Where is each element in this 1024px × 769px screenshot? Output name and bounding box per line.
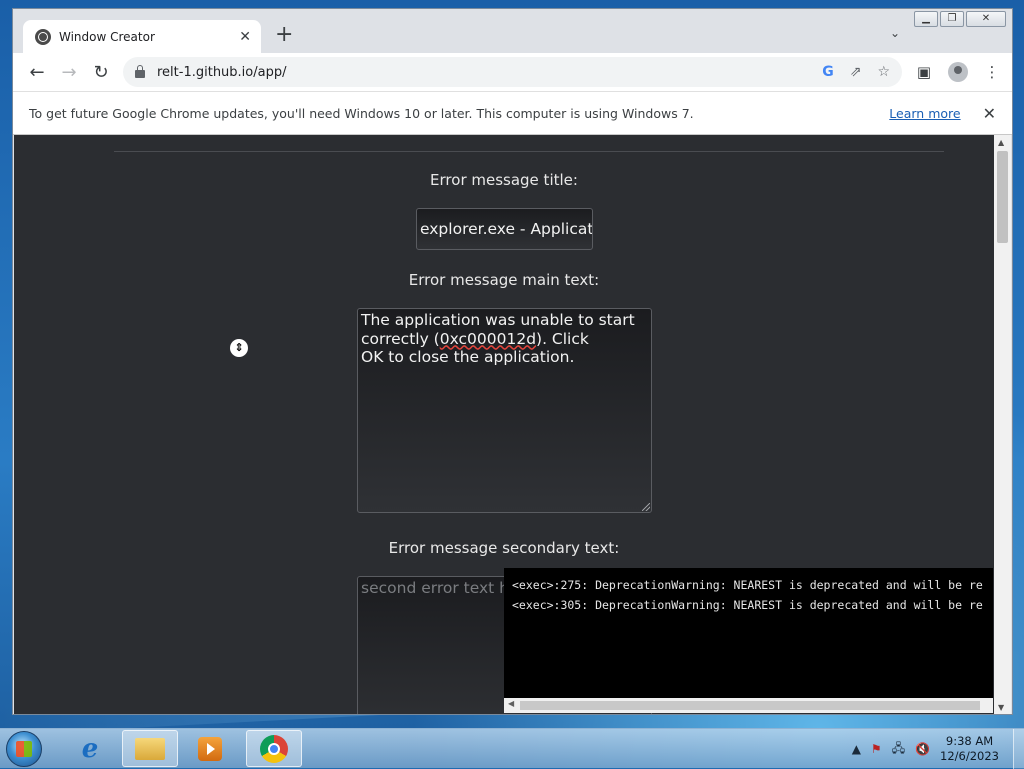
network-icon[interactable]: 🖧 <box>892 739 905 760</box>
menu-kebab-icon[interactable]: ⋮ <box>982 63 1002 81</box>
infobar-message: To get future Google Chrome updates, you… <box>29 105 694 121</box>
scroll-cursor-icon: ⇕ <box>230 339 248 357</box>
clock-date: 12/6/2023 <box>940 749 999 763</box>
page-scrollbar[interactable]: ▲ ▼ <box>994 135 1011 714</box>
toolbar-actions: ▣ ⋮ <box>914 53 1002 91</box>
console-scrollbar-thumb[interactable] <box>520 701 980 710</box>
globe-icon <box>35 28 51 45</box>
address-bar[interactable]: relt-1.github.io/app/ G ⇗ ☆ <box>123 57 902 87</box>
close-tab-icon[interactable]: ✕ <box>239 29 251 45</box>
clock[interactable]: 9:38 AM 12/6/2023 <box>940 734 999 764</box>
main-text-line-3: OK to close the application. <box>361 348 575 366</box>
taskbar: e ▲ ⚑ 🖧 🔇 9:38 AM 12/6/2023 <box>0 728 1024 769</box>
error-title-input[interactable]: explorer.exe - Applicatio <box>416 208 593 250</box>
share-icon[interactable]: ⇗ <box>850 64 862 80</box>
console-horizontal-scrollbar[interactable]: ◀ <box>504 698 993 713</box>
taskbar-internet-explorer[interactable]: e <box>62 730 118 767</box>
google-lens-icon[interactable]: G <box>822 64 834 80</box>
scroll-down-arrow-icon[interactable]: ▼ <box>998 703 1004 712</box>
divider <box>114 151 944 152</box>
tab-strip: Window Creator ✕ + ⌄ ▁ ❐ ✕ <box>13 9 1012 53</box>
console-output: <exec>:275: DeprecationWarning: NEAREST … <box>504 568 993 698</box>
folder-icon <box>135 737 165 760</box>
volume-muted-icon[interactable]: 🔇 <box>915 742 930 756</box>
resize-grip-icon[interactable] <box>642 503 650 511</box>
action-center-flag-icon[interactable]: ⚑ <box>871 742 882 756</box>
window-controls: ▁ ❐ ✕ <box>914 11 1006 27</box>
internet-explorer-icon: e <box>81 733 99 764</box>
scroll-left-arrow-icon[interactable]: ◀ <box>508 699 514 708</box>
close-infobar-icon[interactable]: ✕ <box>983 104 996 123</box>
secondary-text-label: Error message secondary text: <box>388 539 620 557</box>
show-desktop-button[interactable] <box>1013 729 1024 769</box>
main-text-line-1: The application was unable to start <box>361 311 635 329</box>
console-line: <exec>:305: DeprecationWarning: NEAREST … <box>512 598 983 612</box>
tab-title: Window Creator <box>59 29 155 44</box>
main-text-label: Error message main text: <box>408 271 600 289</box>
scroll-up-arrow-icon[interactable]: ▲ <box>998 138 1004 147</box>
main-text-line-2-pre: correctly ( <box>361 329 440 348</box>
scrollbar-thumb[interactable] <box>997 151 1008 243</box>
new-tab-button[interactable]: + <box>275 24 293 46</box>
tab-window-creator[interactable]: Window Creator ✕ <box>23 20 261 53</box>
show-hidden-icons-icon[interactable]: ▲ <box>852 742 861 756</box>
bookmark-star-icon[interactable]: ☆ <box>877 64 890 80</box>
profile-avatar-icon[interactable] <box>948 62 968 82</box>
secondary-placeholder: second error text her <box>361 579 525 597</box>
taskbar-media-player[interactable] <box>182 730 238 767</box>
lock-icon[interactable] <box>135 65 145 78</box>
maximize-button[interactable]: ❐ <box>940 11 964 27</box>
title-label: Error message title: <box>430 171 578 189</box>
close-window-button[interactable]: ✕ <box>966 11 1006 27</box>
clock-time: 9:38 AM <box>945 734 994 748</box>
error-code-text: 0xc000012d <box>439 329 537 348</box>
reload-icon[interactable]: ↻ <box>85 62 117 83</box>
back-icon[interactable]: ← <box>21 62 53 83</box>
learn-more-link[interactable]: Learn more <box>889 106 960 121</box>
browser-toolbar: ← → ↻ relt-1.github.io/app/ G ⇗ ☆ ▣ ⋮ <box>13 53 1012 91</box>
update-infobar: To get future Google Chrome updates, you… <box>13 91 1012 135</box>
start-button[interactable] <box>6 731 42 767</box>
forward-icon[interactable]: → <box>53 62 85 83</box>
error-main-textarea[interactable]: The application was unable to start corr… <box>357 308 652 513</box>
taskbar-file-explorer[interactable] <box>122 730 178 767</box>
minimize-button[interactable]: ▁ <box>914 11 938 27</box>
taskbar-google-chrome[interactable] <box>246 730 302 767</box>
console-line: <exec>:275: DeprecationWarning: NEAREST … <box>512 578 983 592</box>
main-text-line-2-post: ). Click <box>536 329 589 348</box>
media-player-icon <box>198 736 222 761</box>
tab-search-chevron-icon[interactable]: ⌄ <box>890 26 900 40</box>
system-tray: ▲ ⚑ 🖧 🔇 9:38 AM 12/6/2023 <box>852 729 1024 769</box>
side-panel-icon[interactable]: ▣ <box>914 63 934 81</box>
url-text[interactable]: relt-1.github.io/app/ <box>157 65 806 80</box>
chrome-icon <box>260 734 288 763</box>
